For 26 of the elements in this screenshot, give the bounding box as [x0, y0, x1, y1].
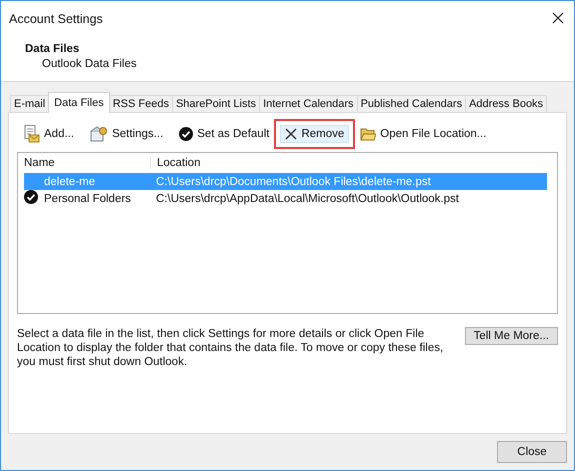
tab[interactable]: E-mail [10, 95, 50, 113]
close-button[interactable]: Close [497, 441, 567, 463]
toolbar-button[interactable]: Set as Default [174, 124, 274, 144]
check-circle-icon [179, 127, 194, 141]
table-cell-text: Personal Folders [43, 192, 132, 204]
description-text: Select a data file in the list, then click Settings for more details or click Open File Location to display the folder that contains the data file. To move or copy these files, you must first shut down Outlook. [17, 327, 444, 369]
section-subtitle: Outlook Data Files [41, 58, 137, 70]
table-cell-text: C:\Users\drcp\Documents\Outlook Files\delete-me.pst [156, 176, 432, 188]
check-circle-icon [24, 190, 38, 204]
file-add-icon [24, 125, 40, 143]
toolbar-button[interactable]: Add... [19, 122, 80, 146]
settings-icon [90, 126, 108, 142]
section-title: Data Files [25, 43, 80, 55]
tell-me-more-button[interactable]: Tell Me More... [464, 327, 558, 345]
table-cell-text: C:\Users\drcp\AppData\Local\Microsoft\Outlook\Outlook.pst [156, 192, 460, 204]
column-header[interactable]: Name [18, 157, 150, 169]
folder-icon [360, 127, 376, 141]
toolbar-button[interactable]: Settings... [85, 123, 168, 145]
window-title: Account Settings [9, 12, 103, 26]
close-icon [285, 128, 298, 140]
column-header[interactable]: Location [150, 157, 557, 169]
table-cell-text: delete-me [43, 176, 96, 188]
tab[interactable]: Data Files [48, 92, 110, 113]
list-row[interactable]: Personal Folders C:\Users\drcp\AppData\Local\Microsoft\Outlook\Outlook.pst [24, 190, 547, 207]
toolbar-button[interactable]: Open File Location... [355, 124, 492, 144]
tab[interactable]: Address Books [465, 95, 548, 113]
